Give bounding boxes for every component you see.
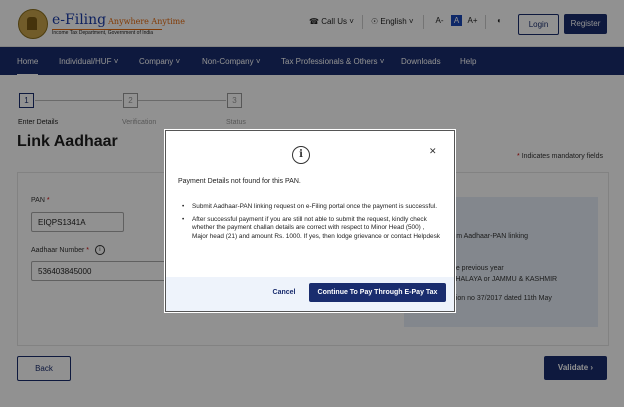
cancel-button[interactable]: Cancel: [266, 286, 302, 300]
info-icon: i: [292, 146, 310, 164]
close-icon[interactable]: ✕: [429, 146, 437, 157]
dialog-message: Payment Details not found for this PAN.: [178, 178, 301, 185]
list-item: Submit Aadhaar-PAN linking request on e-…: [178, 203, 440, 211]
payment-details-dialog: i ✕ Payment Details not found for this P…: [165, 130, 455, 312]
dialog-footer: Cancel Continue To Pay Through E-Pay Tax: [166, 277, 454, 311]
dialog-instructions: Submit Aadhaar-PAN linking request on e-…: [178, 203, 440, 246]
list-item: After successful payment if you are stil…: [178, 216, 440, 241]
continue-to-pay-button[interactable]: Continue To Pay Through E-Pay Tax: [309, 283, 446, 302]
